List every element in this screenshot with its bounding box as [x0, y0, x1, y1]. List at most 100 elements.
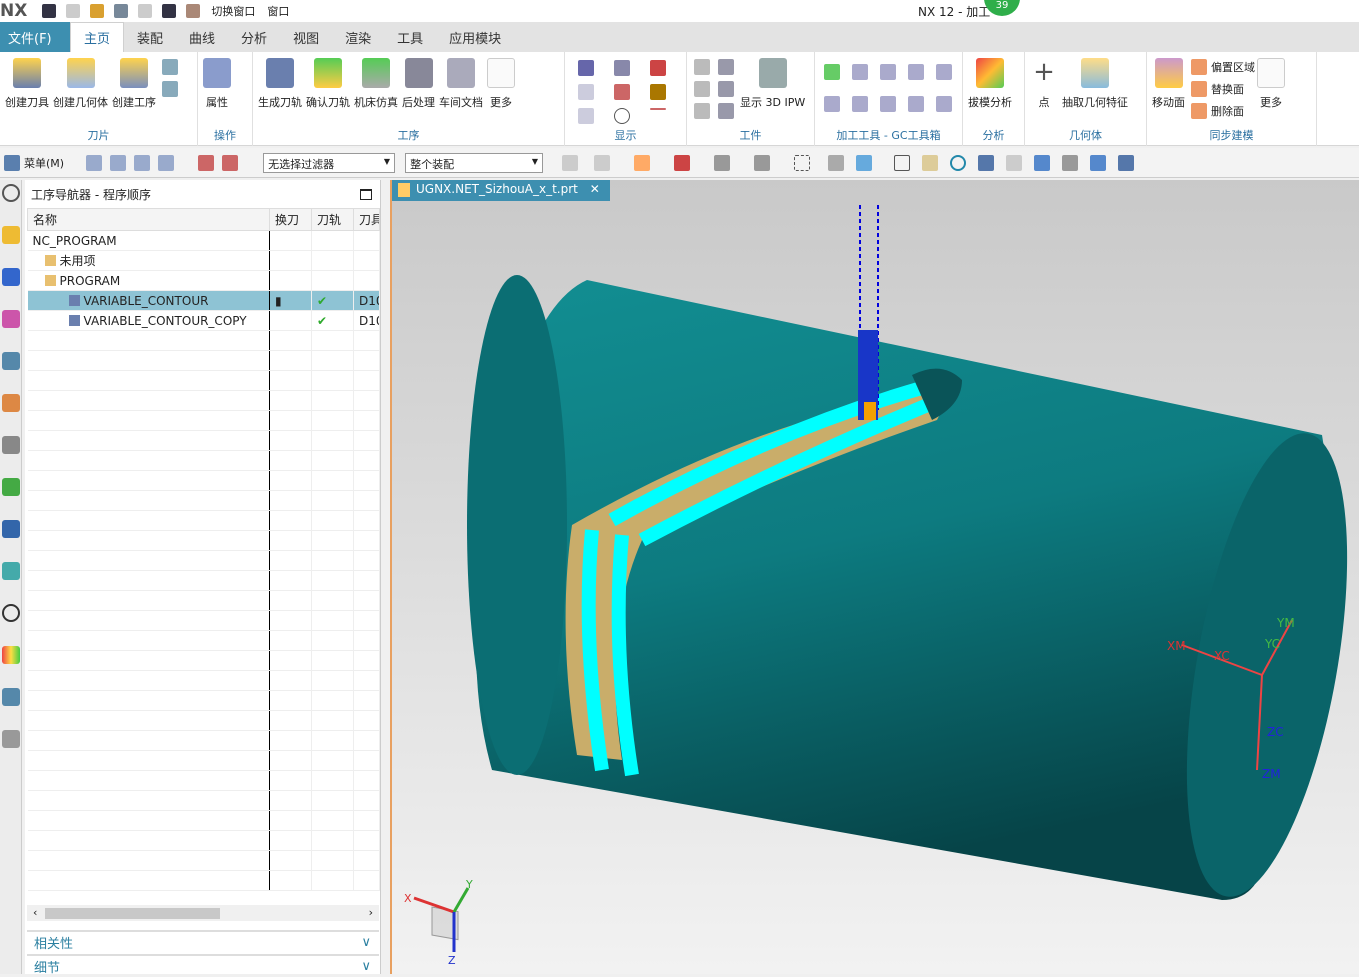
graphics-window[interactable]: XM XC YM YC ZC ZM X Y Z	[390, 180, 1359, 974]
generate-toolpath-button[interactable]: 生成刀轨	[258, 56, 302, 110]
orient-view-icon[interactable]	[1034, 154, 1051, 171]
more-sync-button[interactable]: 更多	[1257, 56, 1285, 110]
display-point-icon[interactable]	[650, 60, 666, 76]
close-tab-icon[interactable]: ✕	[590, 182, 600, 196]
settings-icon[interactable]	[2, 184, 20, 202]
ipw-icon[interactable]	[718, 59, 734, 75]
dependencies-section[interactable]: 相关性 ∨	[27, 930, 379, 952]
copy-icon[interactable]	[114, 4, 129, 18]
table-row[interactable]: PROGRAM	[27, 270, 380, 291]
view-icon[interactable]	[1006, 154, 1023, 171]
tab-applications[interactable]: 应用模块	[436, 22, 514, 52]
gc-tool-icon[interactable]	[852, 96, 868, 112]
create-geometry-button[interactable]: 创建几何体	[53, 56, 108, 110]
machine-simulation-button[interactable]: 机床仿真	[354, 56, 398, 110]
move-face-button[interactable]: 移动面	[1152, 56, 1185, 110]
select-tool-icon[interactable]	[594, 154, 611, 171]
scroll-thumb[interactable]	[45, 908, 220, 919]
table-row[interactable]: VARIABLE_CONTOUR_COPY ✔ D10	[27, 310, 380, 331]
filter-icon[interactable]	[634, 154, 651, 171]
operation-navigator-tab-icon[interactable]	[2, 352, 20, 370]
snap-icon[interactable]	[754, 154, 771, 171]
undo-icon[interactable]	[66, 4, 81, 18]
table-row[interactable]: VARIABLE_CONTOUR ▮ ✔ D10	[27, 290, 380, 311]
cut-icon[interactable]	[90, 4, 105, 18]
window-menu-button[interactable]: 窗口	[267, 3, 289, 19]
geometry-view-icon[interactable]	[134, 154, 151, 171]
part-navigator-tab-icon[interactable]	[2, 268, 20, 286]
gc-tool-icon[interactable]	[880, 64, 896, 80]
table-row[interactable]: 未用项	[27, 250, 380, 271]
column-tool-change[interactable]: 换刀	[269, 208, 312, 231]
extract-geometry-button[interactable]: 抽取几何特征	[1062, 56, 1128, 110]
method-view-icon[interactable]	[158, 154, 175, 171]
replace-face-button[interactable]: 替换面	[1187, 78, 1255, 100]
path-replay-icon[interactable]	[578, 108, 594, 124]
library-tab-icon[interactable]	[2, 436, 20, 454]
tab-tools[interactable]: 工具	[384, 22, 436, 52]
properties-button[interactable]: 属性	[203, 56, 231, 110]
table-row[interactable]: NC_PROGRAM	[27, 230, 380, 251]
more-operations-button[interactable]: 更多	[487, 56, 515, 110]
create-program-icon[interactable]	[162, 81, 178, 97]
tab-home[interactable]: 主页	[70, 22, 125, 52]
postprocess-button[interactable]: 后处理	[402, 56, 435, 110]
snap-point-icon[interactable]	[674, 154, 691, 171]
ipw-icon[interactable]	[718, 103, 734, 119]
zoom-icon[interactable]	[922, 154, 939, 171]
point-button[interactable]: + 点	[1030, 56, 1058, 110]
circle-point-icon[interactable]	[614, 108, 630, 124]
gc-tool-icon[interactable]	[880, 96, 896, 112]
maximize-icon[interactable]	[360, 189, 372, 200]
ipw-icon[interactable]	[718, 81, 734, 97]
rotate-icon[interactable]	[950, 154, 967, 171]
render-style-icon[interactable]	[1062, 154, 1079, 171]
create-tool-button[interactable]: 创建刀具	[5, 56, 49, 110]
holder-icon[interactable]	[650, 84, 666, 100]
column-tool[interactable]: 刀具	[353, 208, 380, 231]
delete-face-button[interactable]: 删除面	[1187, 100, 1255, 122]
web-tab-icon[interactable]	[2, 520, 20, 538]
column-path[interactable]: 刀轨	[311, 208, 354, 231]
pan-icon[interactable]	[978, 154, 995, 171]
program-order-view-icon[interactable]	[86, 154, 103, 171]
view-cube-icon[interactable]	[856, 154, 873, 171]
tab-curve[interactable]: 曲线	[176, 22, 228, 52]
gc-tool-icon[interactable]	[908, 64, 924, 80]
gc-tool-icon[interactable]	[936, 64, 952, 80]
navigator-column-icon[interactable]	[222, 154, 239, 171]
create-operation-button[interactable]: 创建工序	[112, 56, 156, 110]
scroll-right-arrow[interactable]: ›	[369, 906, 373, 919]
verify-toolpath-button[interactable]: 确认刀轨	[306, 56, 350, 110]
repeat-command-icon[interactable]	[186, 4, 201, 18]
palette-tab-icon[interactable]	[2, 562, 20, 580]
tab-render[interactable]: 渲染	[332, 22, 384, 52]
details-section[interactable]: 细节 ∨	[27, 954, 379, 976]
books-tab-icon[interactable]	[2, 478, 20, 496]
roles-tab-icon[interactable]	[2, 646, 20, 664]
switch-window-button[interactable]: 切换窗口	[211, 3, 255, 19]
show-hide-icon[interactable]	[1118, 154, 1135, 171]
tool-tab-icon[interactable]	[2, 688, 20, 706]
box-select-icon[interactable]	[794, 154, 811, 171]
snap-icon[interactable]	[714, 154, 731, 171]
display-geometry-icon[interactable]	[614, 60, 630, 76]
gc-tool-icon[interactable]	[852, 64, 868, 80]
line-icon[interactable]	[650, 108, 666, 110]
offset-region-button[interactable]: 偏置区域	[1187, 56, 1255, 78]
gc-tool-icon[interactable]	[908, 96, 924, 112]
system-tab-icon[interactable]	[2, 730, 20, 748]
navigator-filter-icon[interactable]	[198, 154, 215, 171]
gc-check-icon[interactable]	[824, 64, 840, 80]
draft-analysis-button[interactable]: 拔模分析	[968, 56, 1012, 110]
selection-scope-dropdown[interactable]: 整个装配	[405, 152, 544, 173]
machine-tool-tab-icon[interactable]	[2, 394, 20, 412]
tab-analysis[interactable]: 分析	[228, 22, 280, 52]
tab-assembly[interactable]: 装配	[124, 22, 176, 52]
shop-docs-button[interactable]: 车间文档	[439, 56, 483, 110]
cube-icon[interactable]	[1090, 154, 1107, 171]
part-file-tab[interactable]: UGNX.NET_SizhouA_x_t.prt ✕	[392, 180, 610, 201]
gc-tool-icon[interactable]	[936, 96, 952, 112]
ipw-icon[interactable]	[694, 59, 710, 75]
tab-file[interactable]: 文件(F)	[0, 22, 70, 52]
